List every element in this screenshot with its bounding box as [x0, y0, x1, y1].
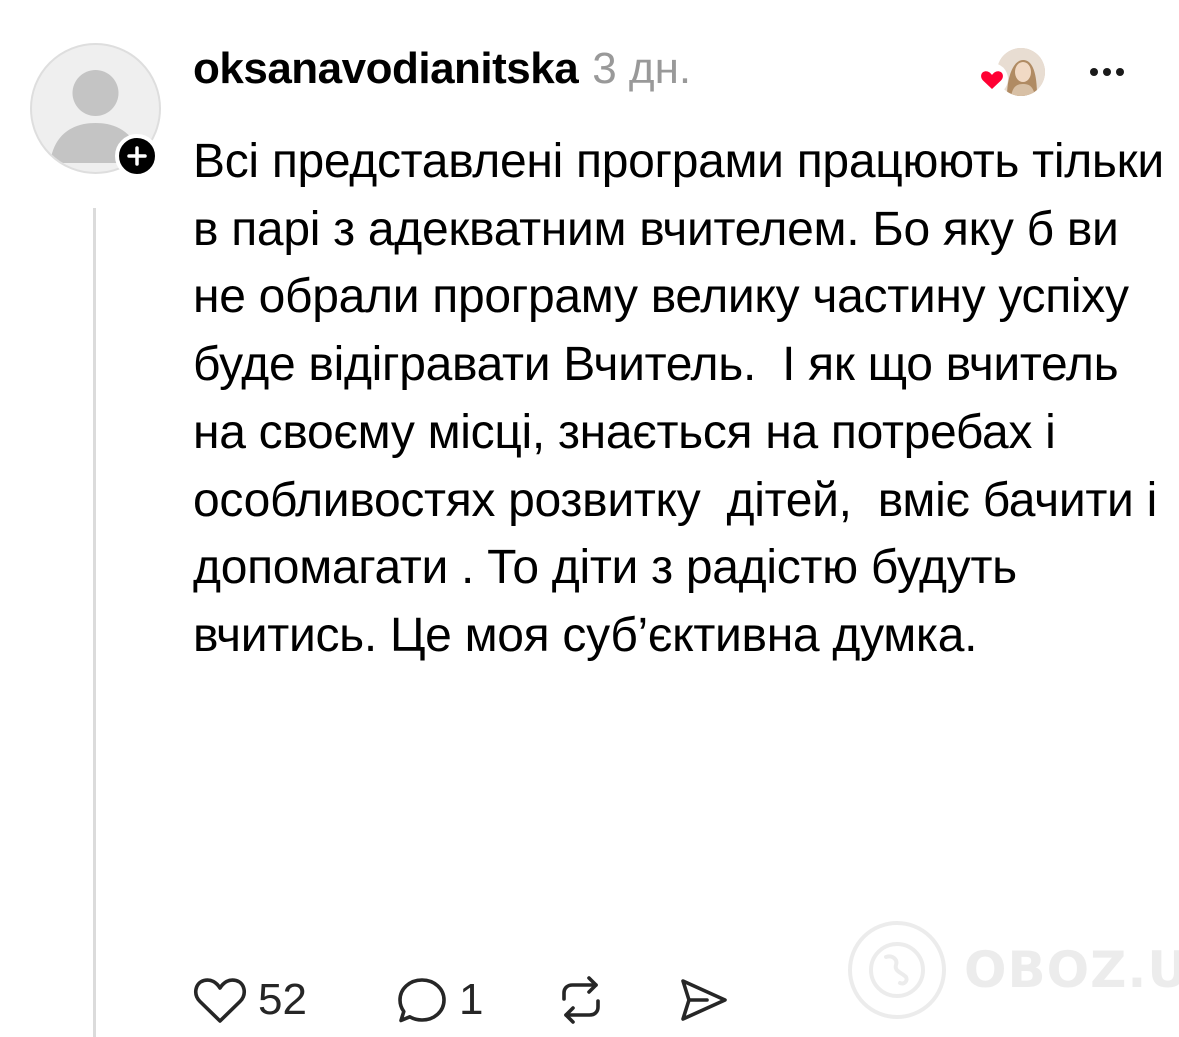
repost-button[interactable] [553, 973, 675, 1027]
liked-by-author [975, 48, 1051, 98]
ellipsis-icon [1090, 68, 1124, 76]
more-options-button[interactable] [1082, 54, 1132, 90]
reply-count: 1 [459, 975, 484, 1024]
heart-icon [976, 63, 1008, 95]
follow-button[interactable] [115, 134, 159, 178]
send-icon [681, 979, 727, 1021]
plus-icon [127, 146, 147, 166]
timestamp: 3 дн. [592, 44, 692, 93]
watermark-text: OBOZ.UA [964, 941, 1179, 999]
share-button[interactable] [675, 973, 731, 1027]
thread-line [93, 208, 96, 1037]
watermark: OBOZ.UA [846, 918, 1179, 1022]
heart-outline-icon [194, 978, 246, 1023]
username[interactable]: oksanavodianitska [193, 44, 579, 94]
reply-button[interactable]: 1 [395, 973, 553, 1027]
like-count: 52 [258, 975, 307, 1024]
speech-bubble-icon [398, 978, 446, 1023]
like-button[interactable]: 52 [190, 973, 395, 1027]
repost-icon [562, 976, 600, 1024]
comment-header: oksanavodianitska 3 дн. [193, 44, 691, 104]
comment-text: Всі представлені програми працюють тільк… [193, 135, 1177, 662]
action-bar: 52 1 [190, 970, 731, 1030]
globe-logo-icon [848, 921, 946, 1019]
